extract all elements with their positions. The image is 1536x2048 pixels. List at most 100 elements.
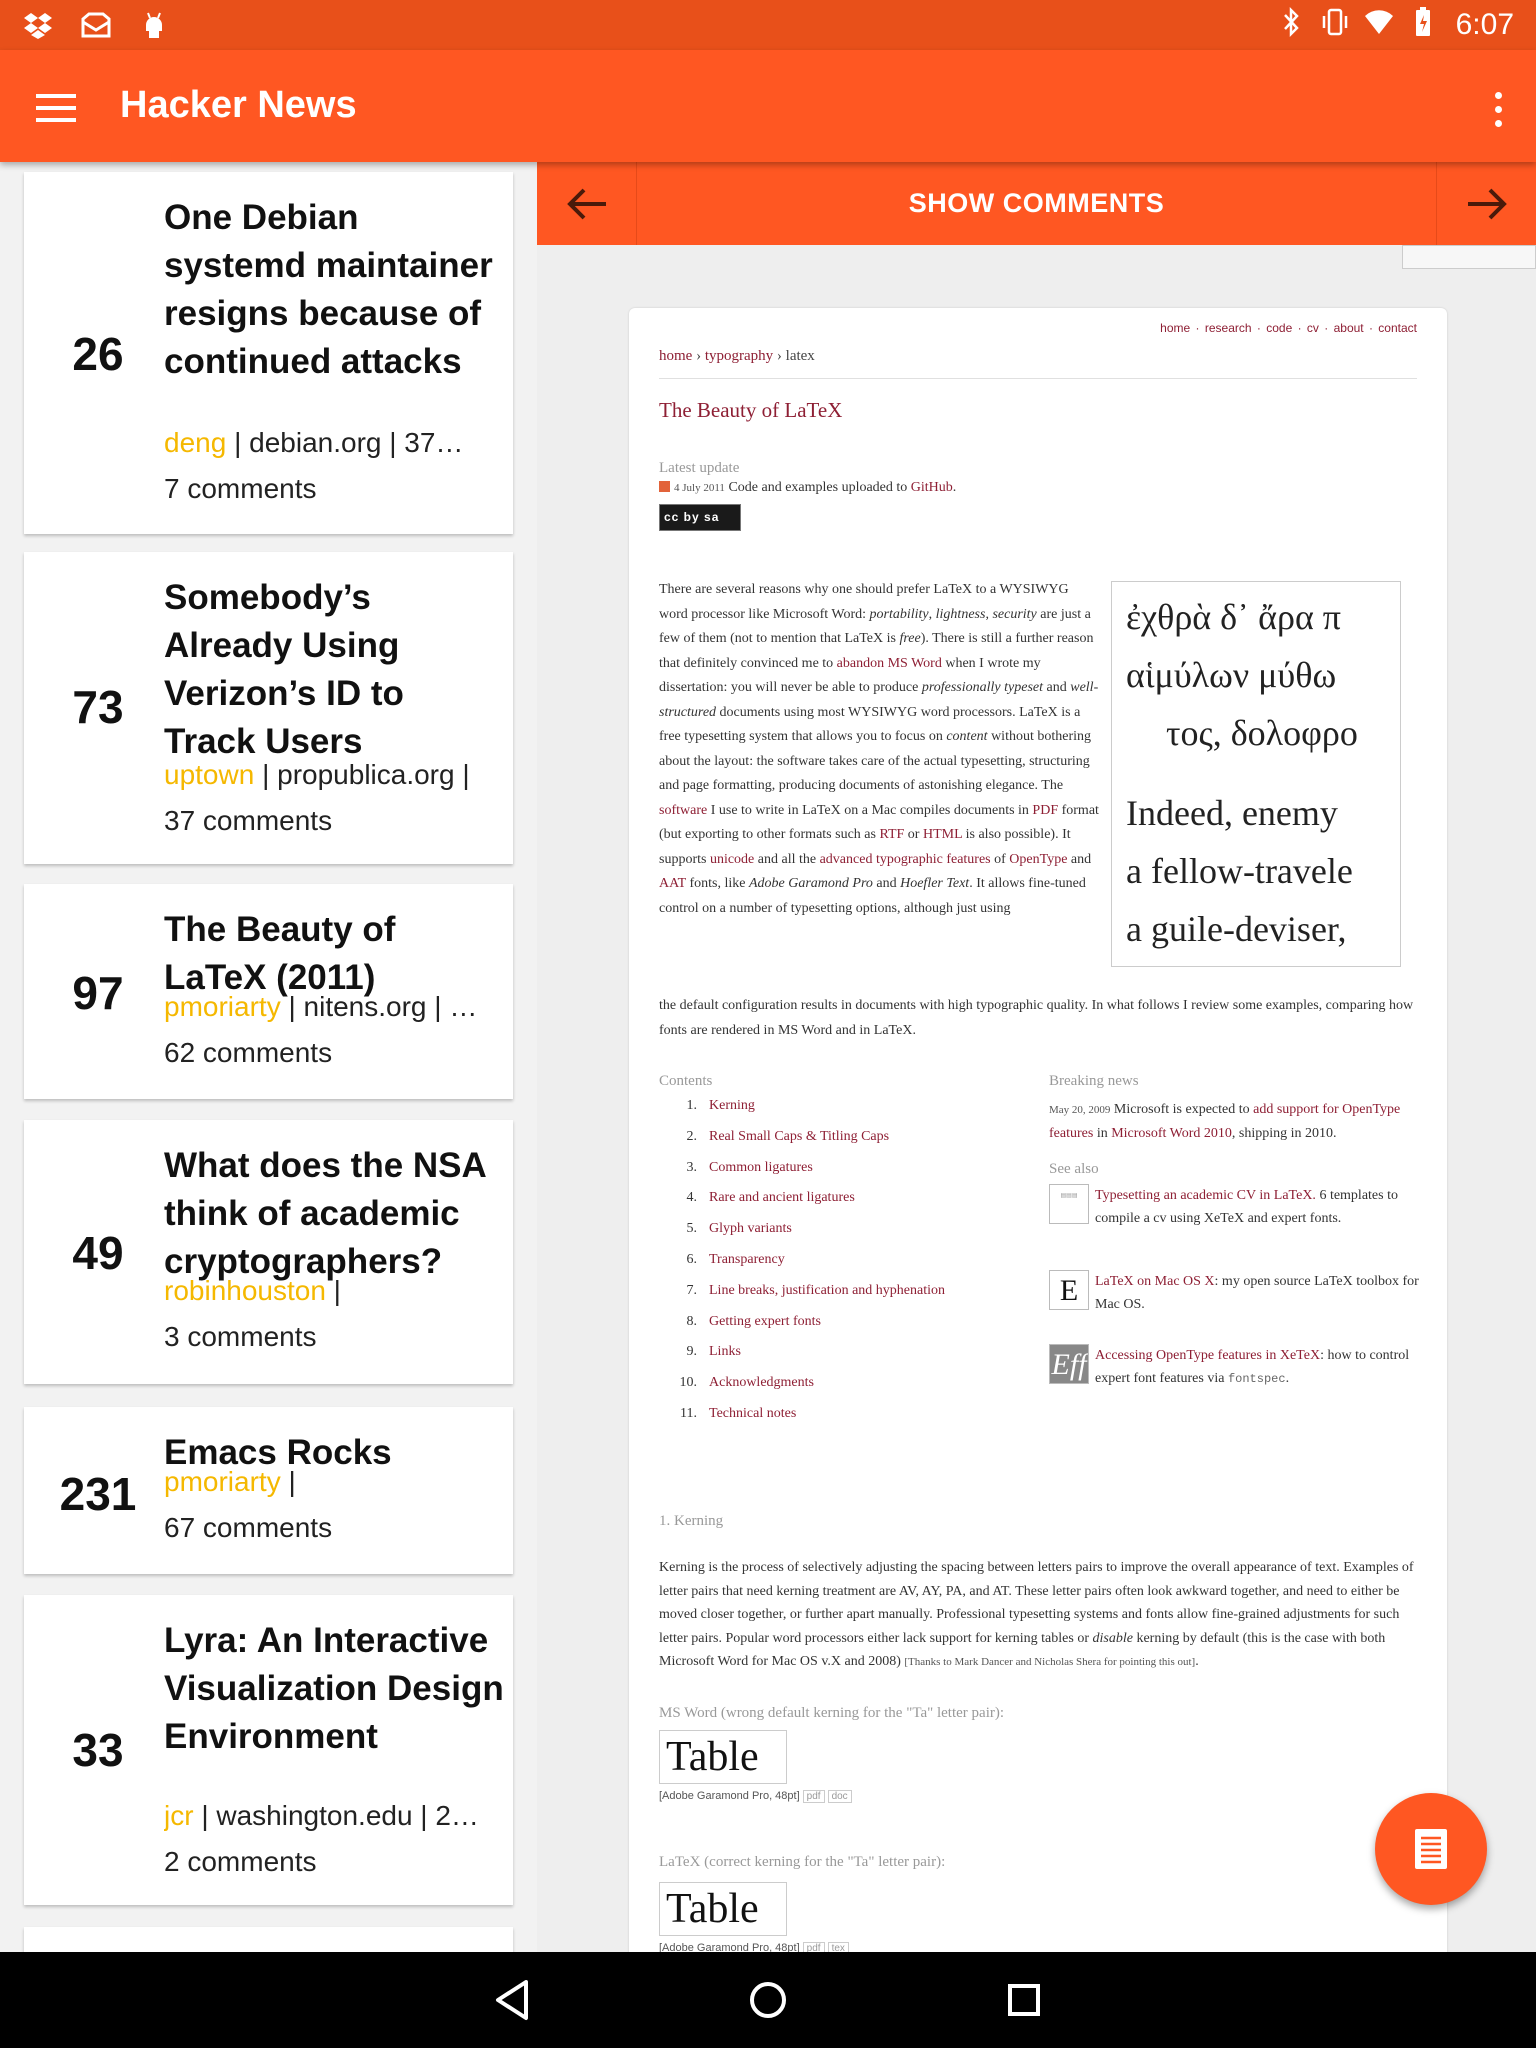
story-user[interactable]: pmoriarty — [164, 991, 281, 1022]
story-score: 73 — [72, 681, 124, 733]
crumb-current: latex — [785, 348, 815, 364]
toc-item[interactable]: 1. Kerning — [659, 1098, 1039, 1129]
story-source: uptown | propublica.org | — [164, 759, 470, 790]
story-card[interactable]: 231 Emacs Rocks pmoriarty | 67 comments — [24, 1407, 513, 1574]
story-card[interactable] — [24, 1927, 513, 1952]
story-card[interactable]: 33 Lyra: An Interactive Visualization De… — [24, 1595, 513, 1905]
see-also-item[interactable]: ▤▤▤ Typesetting an academic CV in LaTeX.… — [1049, 1184, 1419, 1230]
arrow-right-icon — [1467, 188, 1507, 219]
kerning-heading: 1. Kerning — [659, 1513, 724, 1529]
nav-link[interactable]: about — [1334, 321, 1364, 335]
greek-sample-image: ἐχθρὰ δ᾽ ἄρα π αἱμύλων μύθω τος, δολοφρο… — [1111, 581, 1401, 967]
story-user[interactable]: pmoriarty — [164, 1466, 281, 1497]
site-nav: home · research · code · cv · about · co… — [1160, 321, 1417, 335]
status-bar: 6:07 — [0, 0, 1536, 50]
story-score: 26 — [72, 328, 124, 380]
intro-paragraph-end: the default configuration results in doc… — [659, 998, 1414, 1038]
article-webview[interactable]: home · research · code · cv · about · co… — [537, 245, 1536, 1952]
story-source: pmoriarty | — [164, 1466, 296, 1497]
vibrate-icon — [1320, 6, 1350, 43]
story-comments[interactable]: 62 comments — [164, 1030, 504, 1076]
story-list[interactable]: 26 One Debian systemd maintainer resigns… — [0, 162, 537, 1952]
breadcrumb: home › typography › latex — [659, 348, 815, 364]
github-link[interactable]: GitHub — [911, 480, 953, 495]
breaking-news: May 20, 2009 Microsoft is expected to ad… — [1049, 1102, 1401, 1141]
crumb-typography[interactable]: typography — [705, 348, 773, 364]
back-nav-button[interactable] — [486, 1974, 538, 2026]
cv-thumbnail-icon: ▤▤▤ — [1049, 1184, 1089, 1224]
update-line: 4 July 2011 Code and examples uploaded t… — [659, 480, 956, 496]
tex-logo-icon: E — [1049, 1270, 1089, 1310]
story-user[interactable]: uptown — [164, 759, 254, 790]
nav-link[interactable]: research — [1205, 321, 1252, 335]
see-also-item[interactable]: Eff Accessing OpenType features in XeTeX… — [1049, 1344, 1419, 1391]
toc-item[interactable]: 11. Technical notes — [659, 1406, 1039, 1437]
toc-item[interactable]: 3. Common ligatures — [659, 1160, 1039, 1191]
news-link[interactable]: Microsoft Word 2010 — [1111, 1126, 1232, 1141]
story-title: Somebody’s Already Using Verizon’s ID to… — [164, 578, 404, 761]
story-title: What does the NSA think of academic cryp… — [164, 1146, 486, 1281]
recents-nav-button[interactable] — [998, 1974, 1050, 2026]
toc-item[interactable]: 4. Rare and ancient ligatures — [659, 1190, 1039, 1221]
overflow-menu-icon[interactable] — [1482, 92, 1514, 132]
next-story-button[interactable] — [1436, 162, 1536, 245]
opentype-thumbnail-icon: Eff — [1049, 1344, 1089, 1384]
toc-item[interactable]: 5. Glyph variants — [659, 1221, 1039, 1252]
story-comments[interactable]: 2 comments — [164, 1839, 504, 1885]
story-card[interactable]: 97 The Beauty of LaTeX (2011) pmoriarty … — [24, 884, 513, 1099]
story-card[interactable]: 73 Somebody’s Already Using Verizon’s ID… — [24, 552, 513, 864]
nav-link[interactable]: cv — [1307, 321, 1319, 335]
msword-caption: MS Word (wrong default kerning for the "… — [659, 1705, 1005, 1721]
app-bar: Hacker News — [0, 50, 1536, 162]
story-source: robinhouston | — [164, 1275, 341, 1306]
wifi-icon — [1364, 6, 1394, 43]
divider — [659, 378, 1417, 379]
nav-link[interactable]: home — [1160, 321, 1190, 335]
toc-item[interactable]: 6. Transparency — [659, 1252, 1039, 1283]
home-nav-button[interactable] — [742, 1974, 794, 2026]
see-also-item[interactable]: E LaTeX on Mac OS X: my open source LaTe… — [1049, 1270, 1419, 1316]
page-title: The Beauty of LaTeX — [659, 398, 843, 422]
app-title: Hacker News — [120, 84, 357, 126]
reader-mode-fab[interactable] — [1375, 1793, 1487, 1905]
creative-commons-badge[interactable]: cc by sa — [659, 504, 741, 531]
story-comments[interactable]: 3 comments — [164, 1314, 504, 1360]
webview-thumbnail — [1402, 245, 1536, 269]
story-card[interactable]: 26 One Debian systemd maintainer resigns… — [24, 172, 513, 534]
rss-icon[interactable] — [659, 481, 670, 492]
back-triangle-icon — [496, 1980, 528, 2020]
story-card[interactable]: 49 What does the NSA think of academic c… — [24, 1120, 513, 1384]
story-title: One Debian systemd maintainer resigns be… — [164, 198, 493, 381]
toc-item[interactable]: 10. Acknowledgments — [659, 1375, 1039, 1406]
toc-item[interactable]: 2. Real Small Caps & Titling Caps — [659, 1129, 1039, 1160]
hamburger-menu-icon[interactable] — [28, 80, 84, 136]
story-comments[interactable]: 37 comments — [164, 798, 504, 844]
story-source: deng | debian.org | 37… — [164, 427, 464, 458]
previous-story-button[interactable] — [537, 162, 637, 245]
story-comments[interactable]: 67 comments — [164, 1505, 504, 1551]
latex-table-sample: Table — [659, 1882, 787, 1936]
story-user[interactable]: deng — [164, 427, 226, 458]
latest-update-label: Latest update — [659, 460, 740, 476]
nav-link[interactable]: code — [1266, 321, 1292, 335]
nav-link[interactable]: contact — [1378, 321, 1417, 335]
font-caption: [Adobe Garamond Pro, 48pt] pdf doc — [659, 1790, 852, 1803]
intro-paragraph: There are several reasons why one should… — [659, 582, 1099, 916]
toc-item[interactable]: 8. Getting expert fonts — [659, 1314, 1039, 1345]
system-nav-bar — [0, 1952, 1536, 2048]
toc-item[interactable]: 7. Line breaks, justification and hyphena… — [659, 1283, 1039, 1314]
toc-item[interactable]: 9. Links — [659, 1344, 1039, 1375]
story-user[interactable]: robinhouston — [164, 1275, 326, 1306]
see-also-heading: See also — [1049, 1161, 1099, 1177]
story-comments[interactable]: 7 comments — [164, 466, 504, 512]
latex-caption: LaTeX (correct kerning for the "Ta" lett… — [659, 1854, 946, 1870]
web-page: home · research · code · cv · about · co… — [629, 308, 1447, 1952]
msword-table-sample: Table — [659, 1730, 787, 1784]
show-comments-button[interactable]: SHOW COMMENTS — [637, 162, 1436, 245]
story-user[interactable]: jcr — [164, 1800, 194, 1831]
crumb-home[interactable]: home — [659, 348, 692, 364]
arrow-left-icon — [566, 188, 606, 219]
detail-toolbar: SHOW COMMENTS — [537, 162, 1536, 245]
dropbox-icon — [22, 9, 54, 46]
story-score: 33 — [72, 1724, 124, 1776]
